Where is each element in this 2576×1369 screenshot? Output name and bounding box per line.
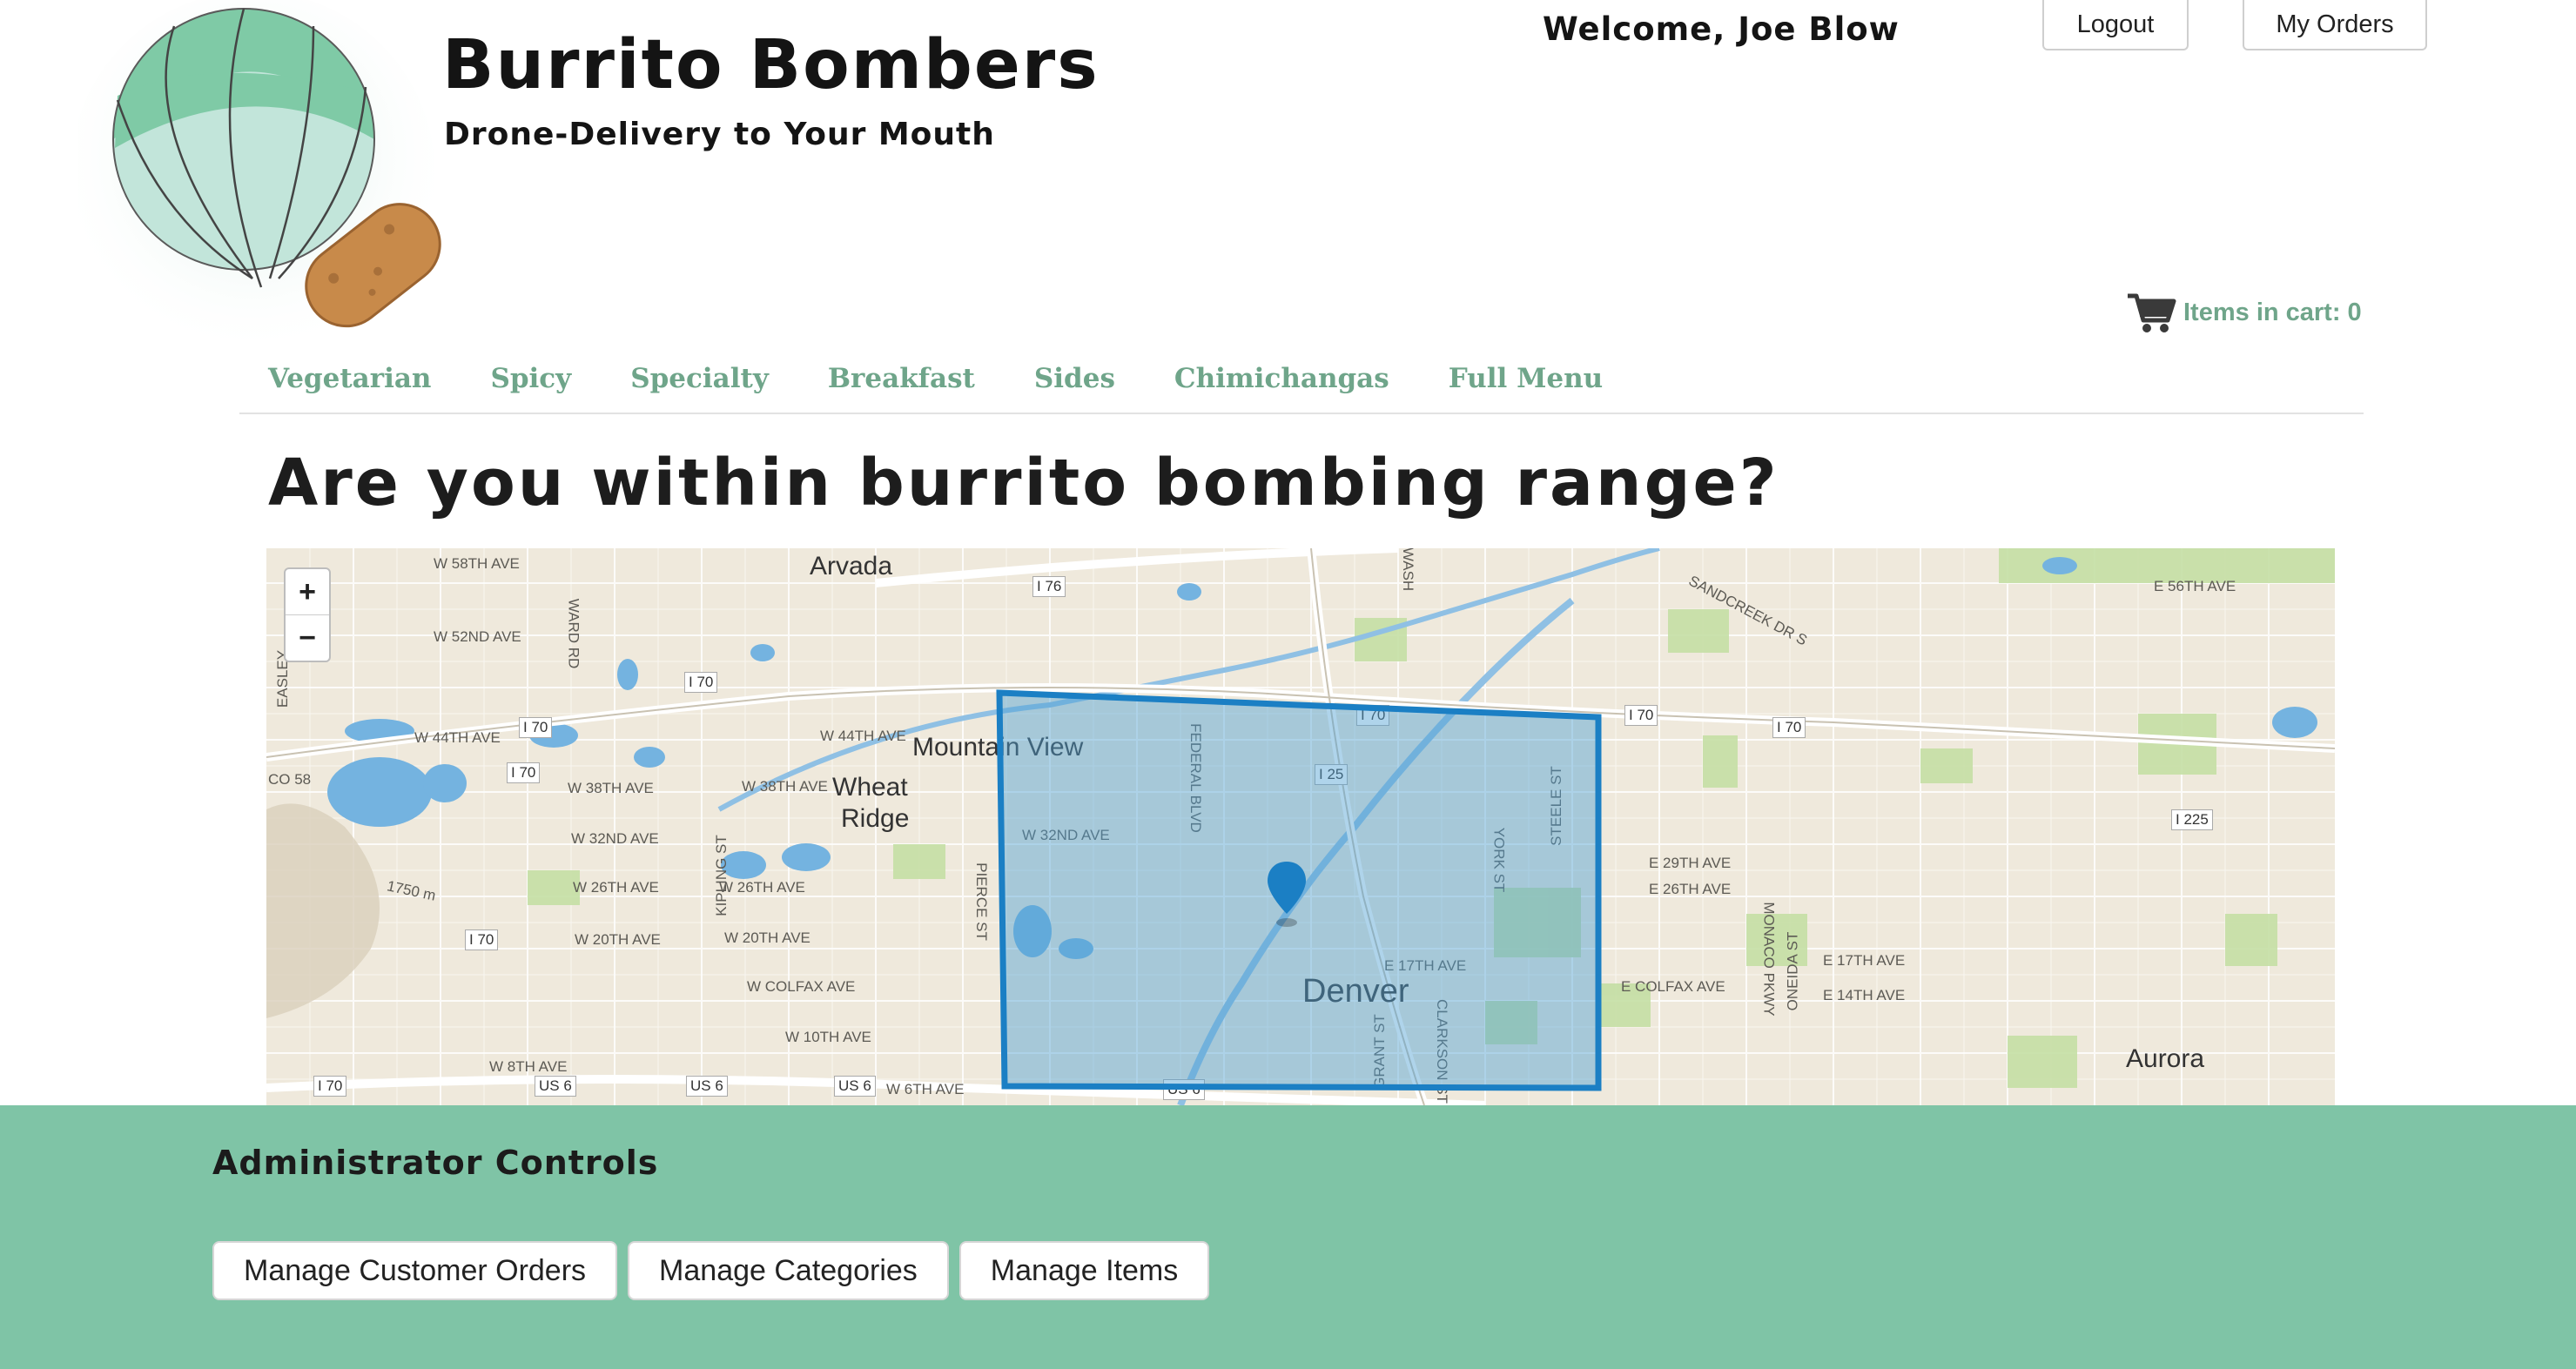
street-label: W 10TH AVE <box>785 1029 871 1045</box>
street-label: PIERCE ST <box>972 862 990 941</box>
my-orders-button[interactable]: My Orders <box>2243 0 2427 50</box>
nav-divider <box>239 413 2364 414</box>
manage-items-button[interactable]: Manage Items <box>958 1241 1210 1300</box>
highway-shield: I 70 <box>465 929 499 950</box>
nav-item-full-menu[interactable]: Full Menu <box>1449 363 1603 394</box>
nav-item-chimichangas[interactable]: Chimichangas <box>1174 363 1389 394</box>
street-label: W 32ND AVE <box>1022 827 1110 843</box>
highway-shield: I 70 <box>1624 705 1658 726</box>
street-label: KIPLING ST <box>712 835 730 916</box>
highway-shield: I 76 <box>1032 576 1066 597</box>
street-label: W 44TH AVE <box>820 728 906 744</box>
street-label: W 32ND AVE <box>571 830 659 847</box>
highway-shield: I 70 <box>684 672 718 693</box>
street-label: CLARKSON ST <box>1433 999 1450 1104</box>
zoom-out-button[interactable]: − <box>286 614 329 661</box>
street-label: STEELE ST <box>1547 766 1564 846</box>
delivery-range-map[interactable]: Arvada Mountain View Wheat Ridge Denver … <box>266 548 2335 1105</box>
street-label: W 58TH AVE <box>434 555 520 572</box>
highway-shield: I 70 <box>1772 717 1806 738</box>
highway-shield: US 6 <box>535 1076 576 1097</box>
city-label-arvada: Arvada <box>810 552 893 580</box>
street-label: E 29TH AVE <box>1649 855 1732 871</box>
cart-link[interactable]: Items in cart: 0 <box>2126 291 2362 334</box>
street-label: E 26TH AVE <box>1649 881 1732 897</box>
shopping-cart-icon <box>2128 293 2176 332</box>
city-label-denver: Denver <box>1302 973 1409 1010</box>
highway-shield: I 25 <box>1315 764 1349 785</box>
brand-tagline: Drone-Delivery to Your Mouth <box>444 117 995 152</box>
street-label: E 14TH AVE <box>1823 987 1906 1003</box>
highway-shield: I 70 <box>507 762 541 783</box>
highway-shield: I 225 <box>2171 809 2213 830</box>
city-label-aurora: Aurora <box>2126 1044 2205 1073</box>
highway-shield: I 70 <box>313 1076 347 1097</box>
street-label: W 38TH AVE <box>568 780 654 796</box>
city-label-mountain-view: Mountain View <box>912 733 1084 762</box>
logout-button[interactable]: Logout <box>2042 0 2189 50</box>
street-label: WARD RD <box>565 598 582 669</box>
street-label: W 38TH AVE <box>742 778 828 795</box>
street-label: E 56TH AVE <box>2154 578 2236 594</box>
admin-controls-panel: Administrator Controls Manage Customer O… <box>0 1105 2576 1369</box>
location-pin-icon[interactable] <box>1266 860 1308 929</box>
street-label: CO 58 <box>268 771 312 788</box>
street-label: W 52ND AVE <box>434 628 521 645</box>
category-nav: Vegetarian Spicy Specialty Breakfast Sid… <box>268 357 1662 400</box>
nav-item-specialty[interactable]: Specialty <box>630 363 769 394</box>
nav-item-spicy[interactable]: Spicy <box>490 363 571 394</box>
street-label: W 8TH AVE <box>489 1058 568 1075</box>
street-label: E 17TH AVE <box>1384 957 1467 974</box>
city-label-wheat: Wheat <box>832 773 908 802</box>
highway-shield: I 70 <box>519 717 553 738</box>
street-label: W 6TH AVE <box>886 1081 965 1097</box>
highway-shield: US 6 <box>834 1076 876 1097</box>
manage-customer-orders-button[interactable]: Manage Customer Orders <box>212 1241 618 1300</box>
admin-button-group: Manage Customer Orders Manage Categories… <box>212 1241 1210 1300</box>
brand-title[interactable]: Burrito Bombers <box>442 26 1100 104</box>
highway-shield: I 70 <box>1356 705 1390 726</box>
admin-controls-title: Administrator Controls <box>212 1144 659 1182</box>
street-label: E COLFAX AVE <box>1621 978 1725 995</box>
street-label: W 20TH AVE <box>575 931 661 948</box>
page: Burrito Bombers Drone-Delivery to Your M… <box>0 0 2576 1369</box>
highway-shield: US 6 <box>1163 1079 1205 1100</box>
street-label: WASH <box>1400 548 1417 592</box>
nav-item-sides[interactable]: Sides <box>1034 363 1115 394</box>
street-label: GRANT ST <box>1370 1014 1388 1089</box>
street-label: W 44TH AVE <box>414 729 501 746</box>
street-label: YORK ST <box>1490 827 1508 893</box>
zoom-in-button[interactable]: + <box>286 569 329 614</box>
nav-item-vegetarian[interactable]: Vegetarian <box>268 363 431 394</box>
map-zoom-control: + − <box>284 567 331 662</box>
street-label: MONACO PKWY <box>1760 902 1778 1017</box>
street-label: E 17TH AVE <box>1823 952 1906 969</box>
welcome-message: Welcome, Joe Blow <box>1543 10 1900 48</box>
street-label: W 20TH AVE <box>724 929 810 946</box>
street-label: W 26TH AVE <box>573 879 659 896</box>
street-label: W COLFAX AVE <box>747 978 856 995</box>
page-title: Are you within burrito bombing range? <box>268 446 1779 520</box>
street-label: W 26TH AVE <box>719 879 805 896</box>
manage-categories-button[interactable]: Manage Categories <box>628 1241 949 1300</box>
city-label-ridge: Ridge <box>841 804 910 833</box>
street-label: FEDERAL BLVD <box>1187 723 1204 833</box>
street-label: ONEIDA ST <box>1784 931 1801 1011</box>
nav-item-breakfast[interactable]: Breakfast <box>828 363 975 394</box>
parachute-burrito-logo[interactable] <box>78 0 461 366</box>
highway-shield: US 6 <box>686 1076 728 1097</box>
cart-count-label: Items in cart: 0 <box>2183 298 2362 326</box>
